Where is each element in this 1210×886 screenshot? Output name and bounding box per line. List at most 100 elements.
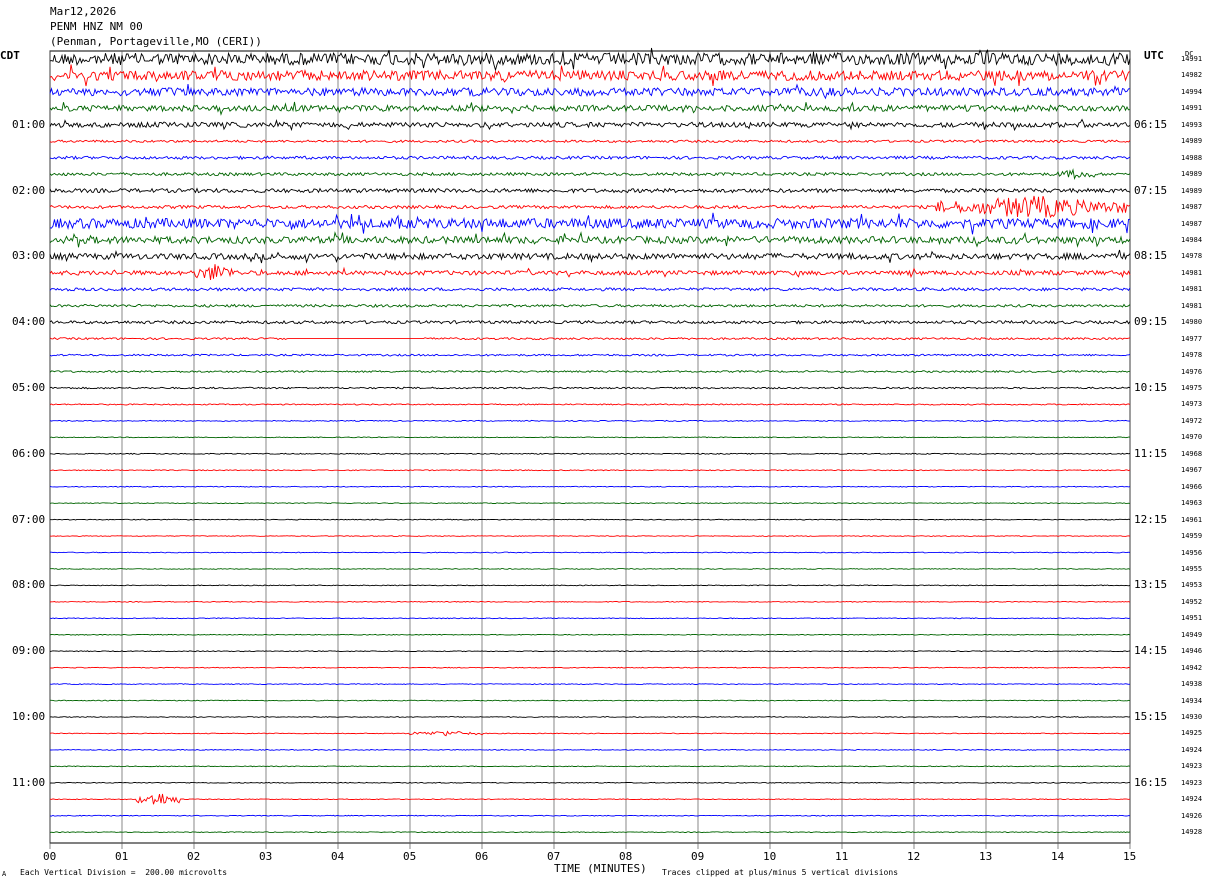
dc-offset-label: 14949 bbox=[1181, 630, 1203, 639]
x-axis-title: TIME (MINUTES) bbox=[554, 862, 647, 875]
dc-offset-label: 14984 bbox=[1181, 235, 1203, 244]
seismic-trace bbox=[50, 452, 1131, 455]
seismic-trace bbox=[49, 535, 1131, 537]
x-tick-label: 03 bbox=[259, 850, 273, 863]
x-tick-label: 14 bbox=[1051, 850, 1065, 863]
left-time-label: 07:00 bbox=[12, 512, 46, 526]
seismic-trace bbox=[49, 139, 1131, 144]
dc-offset-label: 14970 bbox=[1181, 433, 1203, 442]
seismic-trace bbox=[49, 303, 1131, 308]
dc-offset-label: 14955 bbox=[1181, 564, 1203, 573]
seismic-trace bbox=[49, 716, 1131, 718]
corner-mark: A bbox=[2, 870, 7, 878]
seismic-trace bbox=[49, 403, 1131, 406]
right-time-label: 11:15 bbox=[1134, 446, 1168, 460]
right-time-label: 07:15 bbox=[1134, 183, 1168, 197]
seismic-trace bbox=[49, 83, 1131, 100]
seismic-trace bbox=[49, 249, 1131, 264]
seismic-trace bbox=[49, 212, 1131, 235]
left-time-label: 08:00 bbox=[12, 578, 46, 592]
seismic-trace bbox=[49, 155, 1131, 161]
right-time-label: 09:15 bbox=[1134, 315, 1168, 329]
dc-offset-label: 14980 bbox=[1181, 318, 1203, 327]
seismic-trace bbox=[49, 730, 1131, 737]
x-tick-label: 13 bbox=[979, 850, 993, 863]
dc-offset-label: 14953 bbox=[1181, 581, 1203, 590]
dc-offset-label: 14930 bbox=[1181, 713, 1203, 721]
left-time-label: 11:00 bbox=[12, 775, 46, 789]
right-time-label: 06:15 bbox=[1134, 117, 1168, 131]
dc-offset-label: 14989 bbox=[1181, 137, 1203, 146]
seismic-trace bbox=[49, 195, 1131, 219]
dc-offset-label: 14978 bbox=[1181, 351, 1203, 360]
seismic-trace bbox=[49, 101, 1131, 116]
x-tick-label: 15 bbox=[1123, 850, 1137, 863]
seismic-trace bbox=[49, 584, 1131, 587]
dc-offset-label: 14924 bbox=[1181, 795, 1203, 804]
dc-offset-label: 14991 bbox=[1181, 55, 1203, 63]
seismogram-plot bbox=[49, 47, 1131, 849]
seismic-trace bbox=[49, 419, 1131, 422]
left-time-label: 03:00 bbox=[12, 249, 46, 263]
dc-offset-label: 14987 bbox=[1181, 219, 1203, 228]
x-tick-label: 09 bbox=[691, 850, 705, 863]
seismic-trace bbox=[49, 64, 1131, 87]
dc-offset-label: 14972 bbox=[1181, 416, 1203, 425]
dc-offset-label: 14961 bbox=[1181, 515, 1203, 524]
dc-offset-label: 14989 bbox=[1181, 170, 1203, 179]
dc-offset-label: 14993 bbox=[1181, 120, 1203, 129]
dc-offset-label: 14988 bbox=[1181, 153, 1203, 162]
x-tick-label: 04 bbox=[331, 850, 345, 863]
seismic-trace bbox=[49, 231, 1131, 248]
dc-offset-label: 14925 bbox=[1181, 729, 1203, 738]
dc-offset-label: 14982 bbox=[1181, 71, 1203, 80]
seismic-trace bbox=[49, 793, 1131, 805]
x-tick-label: 02 bbox=[187, 850, 201, 863]
left-time-label: 09:00 bbox=[12, 644, 46, 658]
dc-offset-label: 14968 bbox=[1181, 449, 1203, 458]
dc-offset-label: 14973 bbox=[1181, 400, 1203, 409]
seismic-trace bbox=[49, 814, 1131, 817]
dc-offset-label: 14942 bbox=[1181, 663, 1203, 672]
dc-offset-label: 14981 bbox=[1181, 268, 1203, 277]
x-tick-label: 06 bbox=[475, 850, 489, 863]
dc-offset-label: 14952 bbox=[1181, 597, 1203, 606]
left-time-label: 02:00 bbox=[12, 183, 46, 197]
seismic-trace bbox=[50, 518, 1131, 521]
dc-offset-label: 14951 bbox=[1181, 614, 1203, 623]
left-time-label: 05:00 bbox=[12, 381, 46, 394]
seismic-trace bbox=[49, 633, 1131, 636]
right-time-label: 12:15 bbox=[1134, 512, 1168, 526]
left-time-label: 04:00 bbox=[12, 315, 46, 329]
dc-offset-label: 14938 bbox=[1181, 680, 1203, 689]
seismic-trace bbox=[49, 781, 1130, 784]
dc-offset-label: 14956 bbox=[1181, 548, 1203, 557]
dc-offset-label: 14991 bbox=[1181, 104, 1203, 113]
dc-offset-label: 14989 bbox=[1181, 186, 1203, 195]
dc-offset-label: 14928 bbox=[1181, 828, 1203, 837]
seismic-trace bbox=[49, 319, 1131, 325]
seismic-trace bbox=[49, 469, 1131, 472]
x-tick-label: 01 bbox=[115, 850, 129, 863]
dc-offset-label: 14923 bbox=[1181, 778, 1203, 787]
x-tick-label: 11 bbox=[835, 850, 849, 863]
seismic-trace bbox=[49, 683, 1131, 686]
dc-offset-label: 14926 bbox=[1181, 811, 1203, 820]
seismic-trace bbox=[49, 436, 1130, 439]
dc-offset-label: 14924 bbox=[1181, 745, 1203, 754]
dc-offset-label: 14976 bbox=[1181, 367, 1203, 376]
dc-offset-label: 14981 bbox=[1181, 301, 1203, 310]
dc-offset-label: 14959 bbox=[1181, 532, 1203, 541]
seismic-trace bbox=[50, 551, 1131, 554]
seismic-trace bbox=[49, 485, 1131, 488]
seismic-trace bbox=[49, 118, 1131, 132]
dc-offset-label: 14967 bbox=[1181, 466, 1203, 475]
left-time-label: 10:00 bbox=[12, 710, 46, 723]
x-tick-label: 00 bbox=[43, 850, 57, 863]
seismic-trace bbox=[49, 765, 1131, 768]
dc-offset-label: 14977 bbox=[1181, 334, 1203, 343]
dc-offset-label: 14966 bbox=[1181, 482, 1203, 491]
seismic-trace bbox=[49, 264, 1131, 281]
dc-offset-label: 14975 bbox=[1181, 384, 1203, 392]
seismic-trace bbox=[50, 568, 1131, 570]
